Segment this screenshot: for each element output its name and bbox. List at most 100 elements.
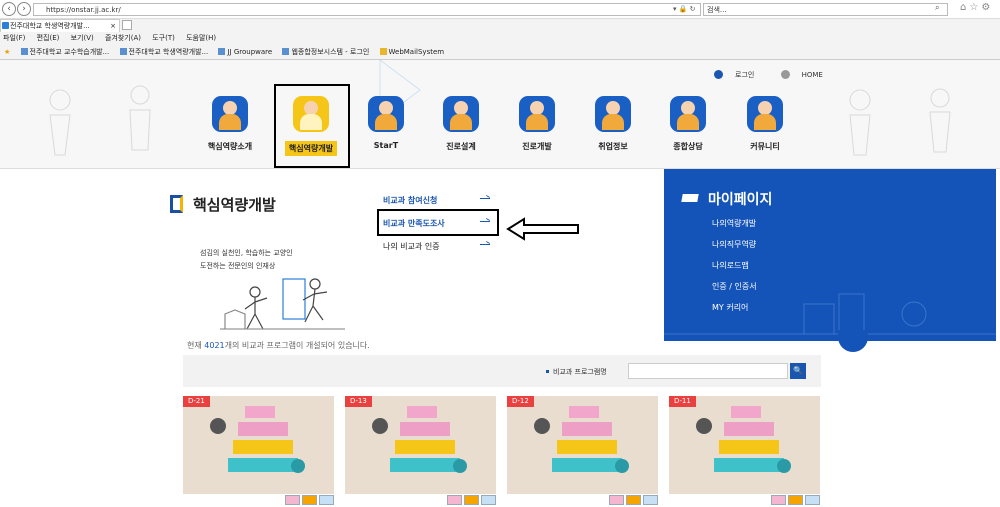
gnb-item-start[interactable]: StarT: [351, 96, 421, 150]
search-button[interactable]: 🔍: [790, 363, 806, 379]
stairs-illustration: [534, 406, 629, 473]
dday-badge: D-13: [345, 396, 372, 407]
mypage-item[interactable]: 나의역량개발: [712, 217, 757, 238]
gnb-item-community[interactable]: 커뮤니티: [730, 96, 800, 152]
favicon-icon: [2, 22, 9, 29]
gnb-item-competency-intro[interactable]: 핵심역량소개: [195, 96, 265, 152]
gnb-item-job-info[interactable]: 취업정보: [578, 96, 648, 152]
mypage-title: 마이페이지: [681, 189, 772, 209]
dday-badge: D-11: [669, 396, 696, 407]
header-background-illustration: [49, 60, 951, 156]
program-card[interactable]: D-13: [345, 396, 496, 506]
card-badges: [283, 495, 334, 506]
search-icon: 🔍: [793, 366, 803, 375]
home-icon: [780, 70, 790, 79]
job-info-icon: [595, 96, 631, 132]
toolbar-icons[interactable]: ⌂☆⚙: [960, 2, 993, 13]
tab-title: 전주대학교 학생역량개발...: [10, 22, 90, 30]
browser-tab[interactable]: 전주대학교 학생역량개발... ×: [0, 19, 120, 32]
career-development-icon: [519, 96, 555, 132]
mypage-item[interactable]: 인증 / 인증서: [712, 280, 757, 301]
gnb-item-career-development[interactable]: 진로개발: [502, 96, 572, 152]
mypage-list: 나의역량개발 나의직무역량 나의로드맵 인증 / 인증서 MY 커리어: [712, 217, 757, 322]
students-illustration: [220, 278, 345, 330]
address-bar[interactable]: https://onstar.jj.ac.kr/: [33, 3, 701, 16]
chart-icon: [643, 495, 658, 505]
start-icon: [368, 96, 404, 132]
gnb-item-counseling[interactable]: 종합상담: [653, 96, 723, 152]
close-icon[interactable]: ×: [110, 20, 116, 32]
home-link[interactable]: HOME: [780, 70, 835, 79]
coin-icon: [788, 495, 803, 505]
search-label: 비교과 프로그램명: [546, 367, 607, 377]
menu-favorites[interactable]: 즐겨찾기(A): [105, 34, 141, 42]
mypage-item[interactable]: 나의로드맵: [712, 259, 757, 280]
card-badges: [607, 495, 658, 506]
program-thumbnail: [669, 396, 820, 494]
menu-view[interactable]: 보기(V): [71, 34, 94, 42]
page-icon: [119, 48, 127, 55]
submenu-panel: 핵심역량개발 섬김의 실천인, 학습하는 교양인 도전하는 전문인의 인재상 비…: [0, 168, 1000, 341]
coin-icon: [302, 495, 317, 505]
back-button[interactable]: ‹: [2, 2, 16, 16]
dday-badge: D-21: [183, 396, 210, 407]
submenu-item-certification[interactable]: 나의 비교과 인증: [383, 240, 495, 263]
address-row: ‹ › https://onstar.jj.ac.kr/ ▾ 🔒 ↻ 검색...…: [0, 0, 1000, 19]
image-icon: [447, 495, 462, 505]
stairs-illustration: [696, 406, 791, 473]
browser-search-input[interactable]: 검색...: [703, 3, 948, 16]
favorite-link[interactable]: WebMailSystem: [379, 45, 444, 59]
mypage-panel: 마이페이지 나의역량개발 나의직무역량 나의로드맵 인증 / 인증서 MY 커리…: [664, 169, 996, 341]
arrow-right-icon: [480, 198, 490, 199]
favorite-link[interactable]: 웹종합정보시스템 - 로그인: [282, 45, 369, 59]
lock-icon: [714, 70, 723, 79]
mypage-tab-handle[interactable]: [838, 330, 868, 352]
forward-button[interactable]: ›: [17, 2, 31, 16]
program-thumbnail: [507, 396, 658, 494]
menu-edit[interactable]: 편집(E): [37, 34, 60, 42]
favorite-link[interactable]: JJ Groupware: [218, 45, 272, 59]
mail-icon: [379, 48, 387, 55]
image-icon: [609, 495, 624, 505]
stairs-illustration: [372, 406, 467, 473]
coin-icon: [464, 495, 479, 505]
program-card[interactable]: D-21: [183, 396, 334, 506]
menu-file[interactable]: 파일(F): [3, 34, 25, 42]
card-badges: [769, 495, 820, 506]
menu-tools[interactable]: 도구(T): [152, 34, 175, 42]
mypage-item[interactable]: MY 커리어: [712, 301, 757, 322]
program-card[interactable]: D-12: [507, 396, 658, 506]
search-icon[interactable]: ⌕: [935, 3, 939, 13]
address-bar-icons[interactable]: ▾ 🔒 ↻: [673, 3, 696, 15]
favorites-bar: ★ 전주대학교 교수학습개발... 전주대학교 학생역량개발... JJ Gro…: [0, 45, 448, 59]
program-thumbnail: [345, 396, 496, 494]
annotation-left-arrow: [506, 217, 579, 241]
image-icon: [285, 495, 300, 505]
mypage-item[interactable]: 나의직무역량: [712, 238, 757, 259]
gnb-item-career-design[interactable]: 진로설계: [426, 96, 496, 152]
site-header: 로그인 HOME 핵심역량소개 핵심역량개발 StarT 진로설계 진로개발 취…: [0, 60, 1000, 168]
arrow-right-icon: [480, 244, 490, 245]
page-icon: [218, 48, 226, 55]
career-design-icon: [443, 96, 479, 132]
competency-intro-icon: [212, 96, 248, 132]
stairs-illustration: [210, 406, 305, 473]
login-link[interactable]: 로그인: [714, 70, 766, 79]
favorite-link[interactable]: 전주대학교 학생역량개발...: [119, 45, 208, 59]
card-badges: [445, 495, 496, 506]
new-tab-button[interactable]: [122, 20, 132, 30]
dday-badge: D-12: [507, 396, 534, 407]
program-search-input[interactable]: [628, 363, 788, 379]
graduation-cap-icon: [681, 194, 699, 202]
favorites-star-icon: ★: [4, 48, 11, 56]
favorite-link[interactable]: 전주대학교 교수학습개발...: [20, 45, 109, 59]
program-thumbnail: [183, 396, 334, 494]
chart-icon: [481, 495, 496, 505]
program-card[interactable]: D-11: [669, 396, 820, 506]
annotation-highlight-box: [274, 84, 350, 168]
menu-bar: 파일(F) 편집(E) 보기(V) 즐겨찾기(A) 도구(T) 도움말(H): [0, 32, 222, 44]
community-icon: [747, 96, 783, 132]
annotation-highlight-box: [377, 209, 499, 236]
menu-help[interactable]: 도움말(H): [186, 34, 216, 42]
chart-icon: [319, 495, 334, 505]
